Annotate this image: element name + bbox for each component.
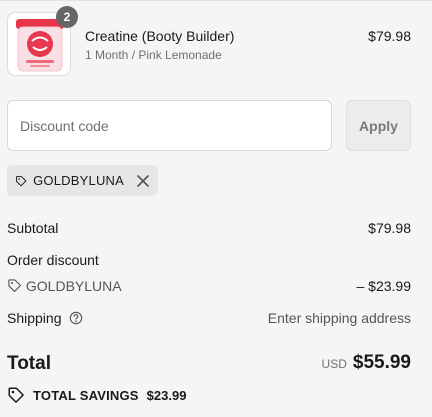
close-icon[interactable] [136,174,150,188]
tag-icon [8,279,21,292]
shipping-label: Shipping [7,310,62,326]
total-savings: TOTAL SAVINGS $23.99 [7,386,186,404]
top-divider [0,0,432,1]
subtotal-value: $79.98 [368,220,411,236]
total-savings-label: TOTAL SAVINGS [33,387,139,403]
shipping-row: Shipping [7,310,83,326]
product-thumbnail: 2 [7,6,78,76]
discount-value: – $23.99 [356,278,412,294]
order-discount-label: Order discount [7,252,99,268]
applied-discount-chip: GOLDBYLUNA [7,165,158,196]
total-currency: USD [321,357,347,371]
tag-icon [8,387,24,403]
total-amount: $55.99 [352,352,411,373]
total-label: Total [7,353,51,374]
apply-discount-button[interactable]: Apply [346,100,411,151]
applied-discount-code: GOLDBYLUNA [33,173,124,188]
line-item-price: $79.98 [368,28,411,44]
tag-icon [16,175,27,186]
product-variant: 1 Month / Pink Lemonade [85,48,222,62]
cart-line-item: 2 Creatine (Booty Builder) 1 Month / Pin… [7,6,411,78]
discount-code-input[interactable] [7,100,332,151]
discount-code-label: GOLDBYLUNA [25,278,122,294]
total-savings-amount: $23.99 [146,387,187,403]
shipping-value: Enter shipping address [267,310,411,326]
total-value: USD $55.99 [322,352,411,374]
discount-code-row: GOLDBYLUNA [7,278,122,294]
product-title: Creatine (Booty Builder) [85,28,235,44]
quantity-badge: 2 [56,6,78,28]
question-circle-icon[interactable] [69,311,83,325]
subtotal-label: Subtotal [7,220,59,236]
